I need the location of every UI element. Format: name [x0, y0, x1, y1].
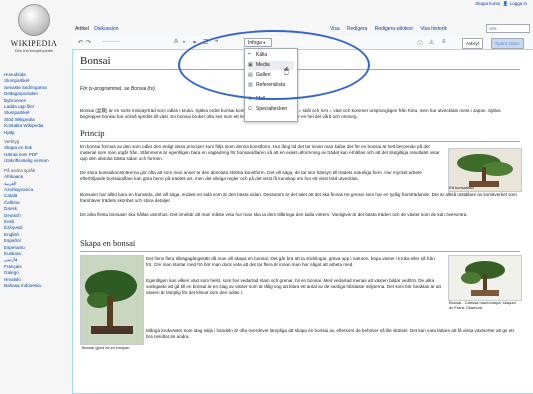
menu-item-specialchar[interactable]: Ω Specialtecken — [248, 105, 294, 114]
warning-icon[interactable]: ⚠ — [429, 39, 434, 46]
intro-paragraph[interactable]: Bonsai (盆栽) är en sorts miniatyrträd som… — [80, 108, 520, 126]
bonsai-photo-3 — [81, 256, 143, 344]
omega-icon: Ω — [248, 106, 252, 112]
undo-icon[interactable]: ↶ — [78, 39, 83, 46]
caption-left: Bonsai gjord av en banyan — [82, 345, 130, 350]
tab-read[interactable]: Visa — [330, 26, 340, 32]
thumbnail-mid[interactable] — [448, 255, 522, 301]
wordmark: WIKIPEDIA — [10, 39, 58, 48]
namespace-tabs: Artikel Diskussion — [75, 26, 122, 32]
text-style-icon[interactable]: A — [174, 39, 178, 45]
sidebar-item[interactable]: Hjälp — [4, 130, 66, 136]
save-button[interactable]: Spara sidan — [491, 38, 524, 49]
view-tabs: Visa Redigera Redigera wikitext Visa his… — [330, 26, 453, 32]
heading-divider — [80, 141, 520, 142]
caption-top: Ett bonsaiträd — [449, 185, 474, 190]
tagline: Den fria encyklopedin — [14, 48, 54, 53]
princip-paragraph-3[interactable]: Bonsaier har alltid bara en framsida, de… — [80, 192, 520, 210]
tab-discussion[interactable]: Diskussion — [94, 26, 118, 32]
bonsai-photo-2 — [449, 256, 521, 300]
globe-icon — [18, 4, 50, 36]
chevron-down-icon: ▾ — [183, 39, 186, 44]
cancel-button[interactable]: Avbryt — [462, 38, 483, 49]
menu-label: Specialtecken — [256, 106, 288, 112]
thumbnail-left[interactable] — [80, 255, 144, 345]
heading-skapa: Skapa en bonsai — [80, 238, 136, 248]
skapa-paragraph-1[interactable]: Det finns flera tillvägagångssätt då man… — [146, 256, 442, 276]
princip-paragraph-2[interactable]: De stora bonsaikonstnärerna gör ofta att… — [80, 170, 442, 190]
redo-icon[interactable]: ↷ — [86, 39, 91, 46]
highlight-ellipse — [178, 30, 370, 100]
sidebar-nav: Huvudsida Slumpartikel Senaste ändringar… — [4, 72, 66, 289]
mouse-cursor-icon: 🖱 — [284, 66, 289, 75]
skapa-paragraph-2[interactable]: Egentligen kan vilken växt som helst, so… — [146, 278, 442, 326]
page-title: Bonsai — [80, 55, 111, 67]
lang-link[interactable]: Bahasa Indonesia — [4, 283, 66, 289]
skapa-paragraph-3[interactable]: Många krukväxter som idag säljs i handel… — [146, 328, 520, 358]
personal-tools: Skapa konto 👤 Logga in — [475, 1, 527, 7]
user-icon: 👤 — [501, 1, 509, 6]
tab-edit[interactable]: Redigera — [347, 26, 367, 32]
tab-history[interactable]: Visa historik — [420, 26, 447, 32]
paragraph-dropdown[interactable]: ——— — [102, 39, 120, 45]
heading-divider — [80, 251, 520, 252]
create-account-link[interactable]: Skapa konto — [475, 1, 500, 6]
sidebar-tool[interactable]: Utskriftsvänlig version — [4, 158, 66, 164]
caption-mid: Bonsai - Carissa macrocarpa; skapad av F… — [449, 300, 516, 310]
tab-article[interactable]: Artikel — [75, 26, 89, 32]
heading-princip: Princip — [80, 128, 105, 138]
wikipedia-logo[interactable]: WIKIPEDIA Den fria encyklopedin — [8, 4, 60, 68]
search-input[interactable]: Sök — [486, 24, 530, 33]
princip-paragraph-4[interactable]: De allra flesta bonsaier ska hållas utom… — [80, 212, 520, 236]
hatnote: För tv-programmet, se Bonsai (tv). — [80, 86, 157, 92]
menu-icon[interactable]: ≡ — [442, 39, 446, 45]
login-link[interactable]: Logga in — [510, 1, 527, 6]
tab-edit-source[interactable]: Redigera wikitext — [375, 26, 413, 32]
help-icon[interactable]: ⓘ — [417, 39, 423, 48]
